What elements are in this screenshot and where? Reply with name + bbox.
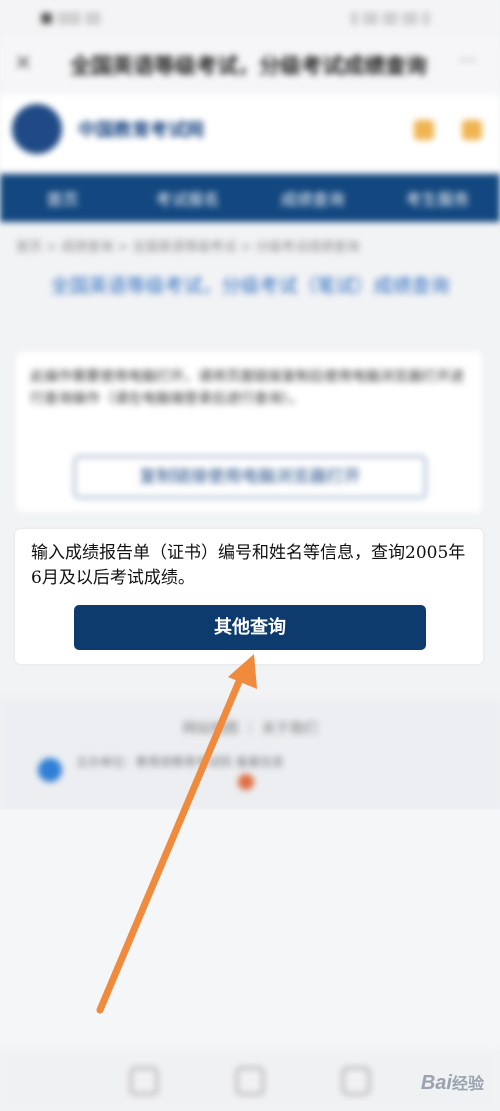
blank-area	[0, 810, 500, 1050]
watermark-brand: Bai	[420, 1072, 452, 1094]
home-icon[interactable]	[236, 1066, 264, 1095]
status-right: ▯ ▯▯ ▯▯ ▯▯ ▯	[350, 10, 430, 26]
tabs-icon[interactable]	[342, 1066, 370, 1095]
nav-item-register[interactable]: 考试报名	[125, 186, 250, 210]
notice-text: 此操作需要使用电脑打开，请将页面链接复制后使用电脑浏览器打开进行查询操作（请在电…	[30, 369, 464, 407]
browser-title-bar: × 全国英语等级考试，分级考试成绩查询 ···	[0, 34, 500, 94]
user-icon[interactable]	[414, 120, 434, 140]
police-badge-icon	[238, 774, 254, 790]
query-card: 输入成绩报告单（证书）编号和姓名等信息，查询2005年6月及以后考试成绩。 其他…	[15, 529, 483, 664]
main-nav: 首页 考试报名 成绩查询 考生服务	[0, 174, 500, 222]
site-logo-text[interactable]: 中国教育考试网	[78, 116, 204, 142]
footer-links[interactable]: 网站地图 ｜ 关于我们	[0, 718, 500, 738]
status-left: ■ ▯▯▯ ▯▯	[40, 10, 101, 26]
query-description: 输入成绩报告单（证书）编号和姓名等信息，查询2005年6月及以后考试成绩。	[31, 543, 466, 588]
other-query-button[interactable]: 其他查询	[74, 605, 426, 650]
copy-link-button[interactable]: 复制链接使用电脑浏览器打开	[74, 456, 426, 498]
baidu-watermark: Bai经验	[421, 1070, 484, 1095]
site-header: 中国教育考试网	[0, 94, 500, 172]
more-icon[interactable]: ···	[459, 50, 476, 71]
menu-icon[interactable]	[462, 120, 482, 140]
nav-item-scores[interactable]: 成绩查询	[250, 186, 375, 210]
breadcrumb[interactable]: 首页 > 成绩查询 > 全国英语等级考试 > 分级考试成绩查询	[16, 236, 486, 255]
page-heading: 全国英语等级考试，分级考试（笔试）成绩查询	[50, 275, 450, 297]
back-icon[interactable]	[130, 1066, 158, 1095]
status-bar: ■ ▯▯▯ ▯▯ ▯ ▯▯ ▯▯ ▯▯ ▯	[0, 0, 500, 34]
site-logo-icon[interactable]	[12, 104, 62, 154]
notice-card: 此操作需要使用电脑打开，请将页面链接复制后使用电脑浏览器打开进行查询操作（请在电…	[16, 352, 482, 512]
page-title: 全国英语等级考试，分级考试成绩查询	[70, 54, 427, 78]
watermark-sub: 经验	[451, 1076, 484, 1093]
footer: 网站地图 ｜ 关于我们 主办单位：教育部教育考试院 备案信息	[0, 700, 500, 810]
footer-info: 主办单位：教育部教育考试院 备案信息	[76, 755, 284, 769]
close-icon[interactable]: ×	[14, 50, 32, 75]
nav-item-services[interactable]: 考生服务	[375, 186, 500, 210]
badge-icon	[38, 758, 62, 782]
nav-item-home[interactable]: 首页	[0, 186, 125, 210]
